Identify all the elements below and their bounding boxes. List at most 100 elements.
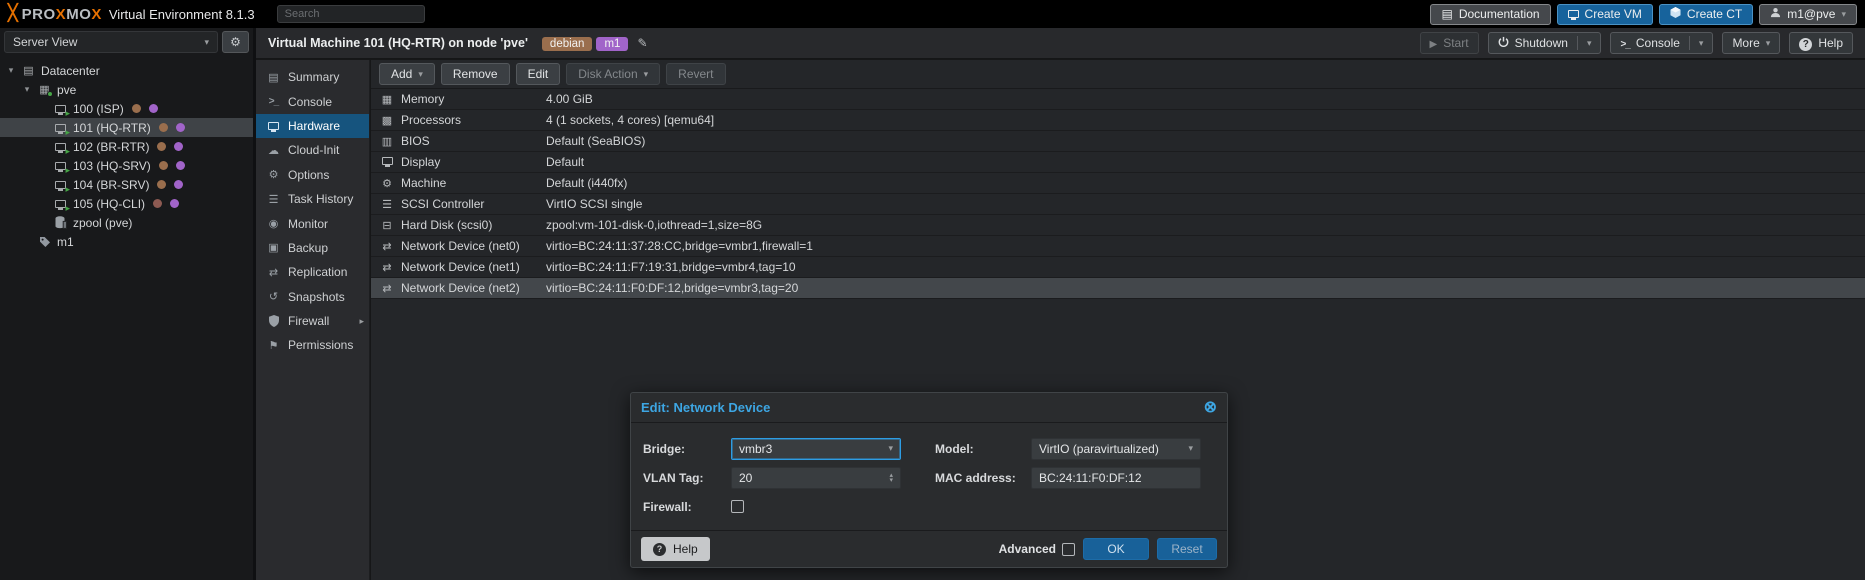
- start-button[interactable]: ▶Start: [1420, 32, 1479, 54]
- tree-item-m1[interactable]: m1: [0, 232, 253, 251]
- row-label: Network Device (net0): [401, 239, 546, 253]
- nav-item-monitor[interactable]: ◉Monitor: [256, 211, 369, 235]
- row-label: Network Device (net1): [401, 260, 546, 274]
- tree-item-105-hq-cli[interactable]: ▸105 (HQ-CLI): [0, 194, 253, 213]
- nav-item-hardware[interactable]: Hardware: [256, 114, 369, 138]
- terminal-icon: >_: [266, 96, 281, 107]
- vm-action-buttons: ▶Start Shutdown▾ >_Console▾ More▾ ?Help: [1420, 32, 1853, 54]
- nav-item-summary[interactable]: ▤Summary: [256, 65, 369, 89]
- firewall-checkbox[interactable]: [731, 500, 744, 513]
- tree-item-100-isp[interactable]: ▸100 (ISP): [0, 99, 253, 118]
- table-row-network-device-net2[interactable]: ⇄Network Device (net2)virtio=BC:24:11:F0…: [371, 278, 1865, 299]
- ok-button[interactable]: OK: [1083, 538, 1149, 560]
- vm-running-icon: ▸: [53, 162, 68, 170]
- tree-item-103-hq-srv[interactable]: ▸103 (HQ-SRV): [0, 156, 253, 175]
- version-label: Virtual Environment 8.1.3: [109, 7, 255, 22]
- vlan-tag-spinner[interactable]: 20 ▴▾: [731, 467, 901, 489]
- mac-address-field[interactable]: BC:24:11:F0:DF:12: [1031, 467, 1201, 489]
- nav-item-label: Options: [288, 168, 329, 182]
- console-button[interactable]: >_Console▾: [1610, 32, 1713, 54]
- view-selector[interactable]: Server View ▾: [4, 31, 218, 53]
- tag-dot: [132, 104, 141, 113]
- shutdown-button[interactable]: Shutdown▾: [1488, 32, 1602, 54]
- chevron-down-icon[interactable]: ▾: [1188, 444, 1193, 453]
- revert-button[interactable]: Revert: [666, 63, 725, 85]
- tree-item-pve[interactable]: ▾▦pve: [0, 80, 253, 99]
- search-input[interactable]: [277, 5, 425, 23]
- storage-icon: [53, 216, 68, 229]
- table-row-processors[interactable]: ▩Processors4 (1 sockets, 4 cores) [qemu6…: [371, 110, 1865, 131]
- table-row-network-device-net0[interactable]: ⇄Network Device (net0)virtio=BC:24:11:37…: [371, 236, 1865, 257]
- nav-item-options[interactable]: ⚙Options: [256, 163, 369, 187]
- chevron-down-icon[interactable]: ▾: [888, 444, 893, 453]
- gears-icon: ⚙: [379, 177, 395, 190]
- more-button[interactable]: More▾: [1722, 32, 1780, 54]
- disk-action-button[interactable]: Disk Action▾: [566, 63, 660, 85]
- table-row-memory[interactable]: ▦Memory4.00 GiB: [371, 89, 1865, 110]
- display-icon: [379, 156, 395, 168]
- edit-button[interactable]: Edit: [516, 63, 561, 85]
- history-icon: ↺: [266, 290, 281, 303]
- table-row-scsi-controller[interactable]: ☰SCSI ControllerVirtIO SCSI single: [371, 194, 1865, 215]
- table-row-bios[interactable]: ▥BIOSDefault (SeaBIOS): [371, 131, 1865, 152]
- sidebar-gear-button[interactable]: ⚙: [222, 31, 249, 53]
- tag-dot: [159, 123, 168, 132]
- nav-item-console[interactable]: >_Console: [256, 89, 369, 113]
- nav-item-label: Monitor: [288, 217, 328, 231]
- vm-config-nav: ▤Summary>_ConsoleHardware☁Cloud-Init⚙Opt…: [256, 60, 370, 580]
- table-row-network-device-net1[interactable]: ⇄Network Device (net1)virtio=BC:24:11:F7…: [371, 257, 1865, 278]
- row-value: zpool:vm-101-disk-0,iothread=1,size=8G: [546, 218, 762, 232]
- add-button[interactable]: Add▾: [379, 63, 435, 85]
- power-icon: [1498, 36, 1509, 50]
- bridge-label: Bridge:: [643, 442, 731, 456]
- tree-item-datacenter[interactable]: ▾▤Datacenter: [0, 61, 253, 80]
- nav-item-replication[interactable]: ⇄Replication: [256, 260, 369, 284]
- expander-icon[interactable]: ▾: [22, 84, 32, 95]
- nav-item-label: Permissions: [288, 338, 353, 352]
- tag-icon: [37, 236, 52, 248]
- book-icon: ▤: [1441, 7, 1452, 21]
- expander-icon[interactable]: ▾: [6, 65, 16, 76]
- tree-item-zpool-pve[interactable]: zpool (pve): [0, 213, 253, 232]
- dialog-help-button[interactable]: ? Help: [641, 537, 710, 561]
- nav-item-firewall[interactable]: Firewall▸: [256, 309, 369, 333]
- book-icon: ▤: [266, 71, 281, 84]
- create-vm-button[interactable]: Create VM: [1557, 4, 1653, 25]
- nav-item-permissions[interactable]: ⚑Permissions: [256, 333, 369, 357]
- create-ct-button[interactable]: Create CT: [1659, 4, 1753, 25]
- reset-button[interactable]: Reset: [1157, 538, 1217, 560]
- nav-item-cloud-init[interactable]: ☁Cloud-Init: [256, 138, 369, 162]
- documentation-button[interactable]: ▤Documentation: [1430, 4, 1550, 25]
- spinner-arrows-icon[interactable]: ▴▾: [889, 473, 893, 483]
- tag-dot: [157, 142, 166, 151]
- top-bar: ╳ PROXMOX Virtual Environment 8.1.3 ▤Doc…: [0, 0, 1865, 28]
- chevron-down-icon: ▾: [204, 38, 209, 47]
- tree-item-label: zpool (pve): [73, 216, 132, 230]
- replication-icon: ⇄: [266, 266, 281, 279]
- nav-item-snapshots[interactable]: ↺Snapshots: [256, 285, 369, 309]
- remove-button[interactable]: Remove: [441, 63, 510, 85]
- nav-item-backup[interactable]: ▣Backup: [256, 236, 369, 260]
- dialog-body: Bridge: vmbr3 ▾ Model: VirtIO (paravirtu…: [631, 423, 1227, 526]
- m1-pve-button[interactable]: m1@pve▾: [1759, 4, 1857, 25]
- tree-item-102-br-rtr[interactable]: ▸102 (BR-RTR): [0, 137, 253, 156]
- close-icon[interactable]: ⊗: [1204, 400, 1217, 416]
- tree-item-104-br-srv[interactable]: ▸104 (BR-SRV): [0, 175, 253, 194]
- model-combobox[interactable]: VirtIO (paravirtualized) ▾: [1031, 438, 1201, 460]
- terminal-icon: >_: [1620, 36, 1629, 50]
- network-icon: ⇄: [379, 282, 395, 295]
- nav-item-task-history[interactable]: ☰Task History: [256, 187, 369, 211]
- advanced-checkbox[interactable]: [1062, 543, 1075, 556]
- table-row-hard-disk-scsi0[interactable]: ⊟Hard Disk (scsi0)zpool:vm-101-disk-0,io…: [371, 215, 1865, 236]
- edit-tags-pencil-icon[interactable]: ✎: [637, 36, 647, 50]
- chevron-down-icon[interactable]: ▾: [1699, 39, 1704, 48]
- table-row-machine[interactable]: ⚙MachineDefault (i440fx): [371, 173, 1865, 194]
- dialog-title-bar[interactable]: Edit: Network Device ⊗: [631, 393, 1227, 423]
- tree-item-101-hq-rtr[interactable]: ▸101 (HQ-RTR): [0, 118, 253, 137]
- help-button[interactable]: ?Help: [1789, 32, 1853, 54]
- hardware-toolbar: Add▾ Remove EditDisk Action▾ Revert: [371, 60, 1865, 89]
- chevron-down-icon[interactable]: ▾: [1587, 39, 1592, 48]
- table-row-display[interactable]: DisplayDefault: [371, 152, 1865, 173]
- page-title: Virtual Machine 101 (HQ-RTR) on node 'pv…: [268, 36, 528, 50]
- bridge-combobox[interactable]: vmbr3 ▾: [731, 438, 901, 460]
